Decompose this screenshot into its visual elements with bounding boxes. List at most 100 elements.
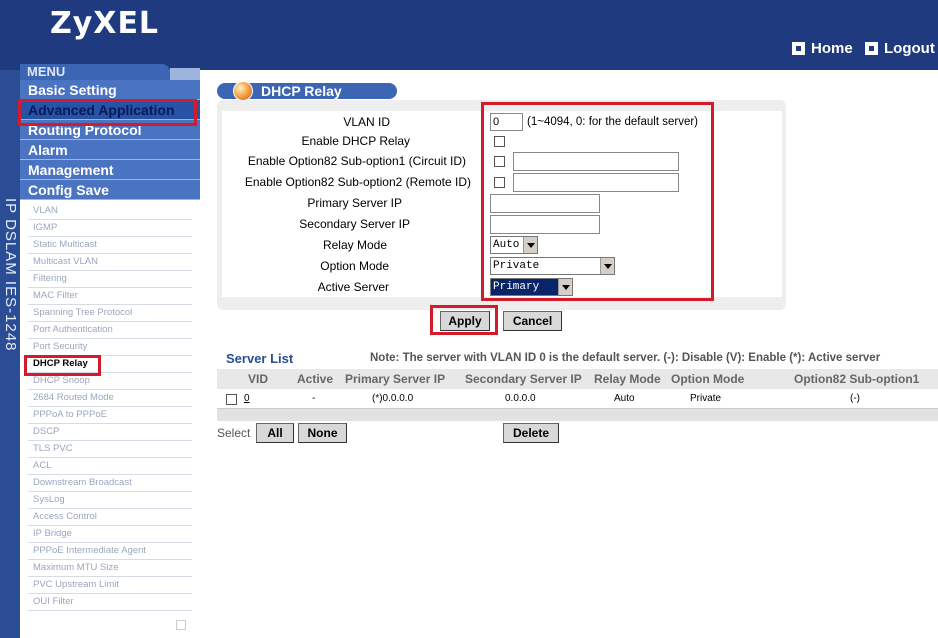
- col-primary-ip: Primary Server IP: [345, 372, 446, 386]
- vlan-id-input[interactable]: [490, 113, 523, 131]
- opt82-sub1-checkbox[interactable]: [494, 156, 505, 167]
- zyxel-logo: ZyXEL: [50, 6, 160, 41]
- submenu-item[interactable]: SysLog: [28, 492, 192, 509]
- active-server-select[interactable]: Primary: [490, 278, 573, 296]
- submenu-item[interactable]: VLAN: [28, 203, 192, 220]
- label-secondary-ip: Secondary Server IP: [299, 217, 410, 231]
- chevron-down-icon: [558, 279, 572, 295]
- menu-config-save[interactable]: Config Save: [20, 180, 200, 200]
- submenu-item[interactable]: DHCP Relay: [28, 356, 192, 373]
- label-vlan-id: VLAN ID: [343, 115, 390, 129]
- row-relay-mode: Auto: [614, 393, 635, 404]
- menu-alarm[interactable]: Alarm: [20, 140, 200, 160]
- submenu-item[interactable]: DSCP: [28, 424, 192, 441]
- logout-label: Logout: [884, 40, 935, 57]
- col-opt82: Option82 Sub-option1: [794, 372, 920, 386]
- label-enable-relay: Enable DHCP Relay: [301, 134, 411, 148]
- col-secondary-ip: Secondary Server IP: [465, 372, 582, 386]
- opt82-sub2-checkbox[interactable]: [494, 177, 505, 188]
- col-active: Active: [297, 372, 334, 386]
- submenu-item[interactable]: Downstream Broadcast: [28, 475, 192, 492]
- label-active-server: Active Server: [317, 280, 389, 294]
- top-header: ZyXEL Home Logout: [0, 0, 938, 70]
- label-relay-mode: Relay Mode: [322, 238, 387, 252]
- select-label: Select: [217, 426, 251, 440]
- submenu-item[interactable]: Static Multicast: [28, 237, 192, 254]
- row-opt82: (-): [850, 393, 860, 404]
- submenu-item[interactable]: Multicast VLAN: [28, 254, 192, 271]
- relay-mode-value: Auto: [493, 239, 520, 251]
- submenu-item[interactable]: PPPoE Intermediate Agent: [28, 543, 192, 560]
- submenu-item[interactable]: TLS PVC: [28, 441, 192, 458]
- submenu-item[interactable]: PVC Upstream Limit: [28, 577, 192, 594]
- submenu-item[interactable]: DHCP Snoop: [28, 373, 192, 390]
- select-all-button[interactable]: All: [256, 423, 294, 443]
- submenu-item[interactable]: Filtering: [28, 271, 192, 288]
- server-table-header: VID Active Primary Server IP Secondary S…: [217, 369, 938, 389]
- delete-button[interactable]: Delete: [503, 423, 559, 443]
- col-vid: VID: [248, 372, 269, 386]
- vlan-id-hint: (1~4094, 0: for the default server): [527, 116, 699, 128]
- resize-grip-icon: [176, 620, 186, 630]
- secondary-ip-input[interactable]: [490, 215, 600, 234]
- enable-relay-checkbox[interactable]: [494, 136, 505, 147]
- server-list-note: Note: The server with VLAN ID 0 is the d…: [370, 352, 881, 364]
- server-list-title: Server List: [226, 351, 294, 366]
- menu-title: MENU: [20, 64, 170, 80]
- submenu: VLAN IGMP Static Multicast Multicast VLAN Fi…: [28, 203, 192, 611]
- submenu-item[interactable]: Port Security: [28, 339, 192, 356]
- device-name: IP DSLAM IES-1248: [2, 198, 19, 352]
- relay-mode-select[interactable]: Auto: [490, 236, 538, 254]
- menu-routing-protocol[interactable]: Routing Protocol: [20, 120, 200, 140]
- device-strip: IP DSLAM IES-1248: [0, 70, 20, 638]
- row-option-mode: Private: [690, 393, 722, 404]
- orb-icon: [233, 81, 253, 101]
- active-server-value: Primary: [493, 281, 540, 293]
- home-link[interactable]: Home: [792, 40, 853, 57]
- option-mode-value: Private: [493, 260, 540, 272]
- chevron-down-icon: [523, 237, 537, 253]
- col-option-mode: Option Mode: [671, 372, 745, 386]
- submenu-item[interactable]: IP Bridge: [28, 526, 192, 543]
- main-menu: MENU Basic Setting Advanced Application …: [20, 64, 200, 200]
- row-primary-ip: (*)0.0.0.0: [372, 393, 414, 404]
- submenu-item[interactable]: Spanning Tree Protocol: [28, 305, 192, 322]
- row-secondary-ip: 0.0.0.0: [505, 393, 536, 404]
- submenu-item[interactable]: PPPoA to PPPoE: [28, 407, 192, 424]
- option-mode-select[interactable]: Private: [490, 257, 615, 275]
- select-none-button[interactable]: None: [298, 423, 347, 443]
- home-icon: [792, 42, 805, 55]
- row-active: -: [312, 393, 316, 404]
- submenu-item[interactable]: ACL: [28, 458, 192, 475]
- label-primary-ip: Primary Server IP: [307, 196, 402, 210]
- primary-ip-input[interactable]: [490, 194, 600, 213]
- row-vid-link[interactable]: 0: [244, 393, 250, 404]
- home-label: Home: [811, 40, 853, 57]
- submenu-item[interactable]: Maximum MTU Size: [28, 560, 192, 577]
- cancel-button[interactable]: Cancel: [503, 311, 562, 331]
- col-relay-mode: Relay Mode: [594, 372, 661, 386]
- submenu-item[interactable]: OUI Filter: [28, 594, 192, 611]
- table-row: 0 - (*)0.0.0.0 0.0.0.0 Auto Private (-): [217, 389, 938, 409]
- apply-button[interactable]: Apply: [440, 311, 490, 331]
- menu-advanced-application[interactable]: Advanced Application: [20, 100, 200, 120]
- page: ZyXEL Home Logout IP DSLAM IES-1248 MENU…: [0, 0, 938, 638]
- submenu-item[interactable]: 2684 Routed Mode: [28, 390, 192, 407]
- opt82-sub1-input[interactable]: [513, 152, 679, 171]
- submenu-item[interactable]: MAC Filter: [28, 288, 192, 305]
- menu-basic-setting[interactable]: Basic Setting: [20, 80, 200, 100]
- chevron-down-icon: [600, 258, 614, 274]
- menu-management[interactable]: Management: [20, 160, 200, 180]
- menu-title-tab: [170, 68, 200, 80]
- logout-icon: [865, 42, 878, 55]
- opt82-sub2-input[interactable]: [513, 173, 679, 192]
- label-option-mode: Option Mode: [320, 259, 389, 273]
- submenu-item[interactable]: Access Control: [28, 509, 192, 526]
- label-opt82-sub1: Enable Option82 Sub-option1 (Circuit ID): [247, 154, 466, 168]
- table-footer: [217, 409, 938, 421]
- row-select-checkbox[interactable]: [226, 394, 237, 405]
- logout-link[interactable]: Logout: [865, 40, 935, 57]
- label-opt82-sub2: Enable Option82 Sub-option2 (Remote ID): [244, 175, 471, 189]
- submenu-item[interactable]: IGMP: [28, 220, 192, 237]
- submenu-item[interactable]: Port Authentication: [28, 322, 192, 339]
